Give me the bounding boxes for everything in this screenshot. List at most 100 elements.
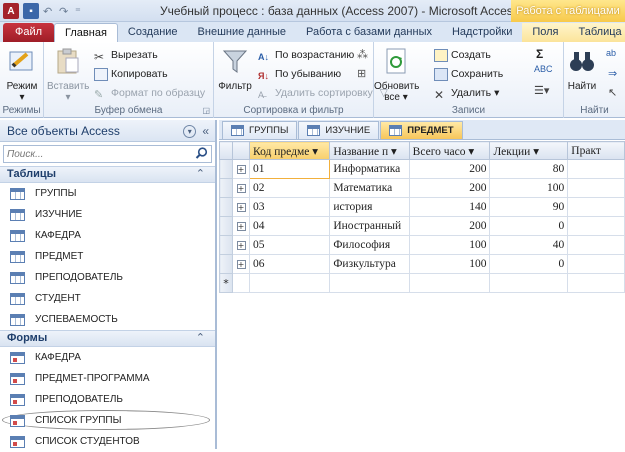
table-row[interactable]: + 05 Философия 100 40	[219, 235, 625, 255]
new-record-row[interactable]: *	[219, 273, 625, 293]
expand-plus-icon[interactable]: +	[236, 184, 246, 193]
cell-practice[interactable]	[567, 178, 625, 198]
tab-external-data[interactable]: Внешние данные	[188, 23, 296, 42]
nav-form-item[interactable]: ПРЕДМЕТ-ПРОГРАММА	[0, 368, 215, 389]
sort-asc-button[interactable]: A↓ По возрастанию	[258, 47, 354, 63]
nav-section-forms[interactable]: Формы ⌃	[0, 330, 215, 347]
cell-lectures[interactable]: 100	[489, 178, 569, 198]
more-icon[interactable]: ☰▾	[534, 84, 549, 97]
nav-table-item[interactable]: ПРЕПОДОВАТЕЛЬ	[0, 267, 215, 288]
access-logo-icon[interactable]: A	[3, 3, 19, 19]
undo-icon[interactable]: ↶	[43, 5, 55, 18]
cell-name[interactable]	[329, 273, 410, 293]
advanced-filter-icon[interactable]: ⊞	[357, 67, 366, 80]
paste-button[interactable]: Вставить ▾	[47, 46, 89, 103]
cell-lectures[interactable]: 90	[489, 197, 569, 217]
nav-search-input[interactable]	[4, 146, 189, 162]
column-header-lectures[interactable]: Лекции ▾	[489, 141, 569, 160]
nav-section-tables[interactable]: Таблицы ⌃	[0, 166, 215, 183]
doc-tab-subject[interactable]: ПРЕДМЕТ	[380, 121, 463, 139]
goto-icon[interactable]: ⇒	[608, 67, 617, 80]
select-icon[interactable]: ↖	[608, 86, 617, 99]
cell-code[interactable]: 01	[248, 159, 331, 179]
row-selector[interactable]	[219, 216, 234, 236]
column-header-code[interactable]: Код предме ▾	[248, 141, 331, 160]
spelling-icon[interactable]: ABC	[534, 64, 553, 74]
table-row[interactable]: + 01 Информатика 200 80	[219, 159, 625, 179]
table-row[interactable]: + 03 история 140 90	[219, 197, 625, 217]
row-selector[interactable]	[219, 159, 234, 179]
find-button[interactable]: Найти	[564, 46, 600, 92]
nav-menu-chevron-icon[interactable]: ▾	[183, 124, 197, 138]
search-icon[interactable]	[195, 147, 208, 160]
sort-desc-button[interactable]: Я↓ По убыванию	[258, 66, 341, 82]
collapse-chevron-icon[interactable]: ⌃	[196, 167, 205, 182]
cell-code[interactable]: 03	[248, 197, 331, 217]
refresh-all-button[interactable]: Обновить все ▾	[374, 46, 419, 103]
nav-form-item[interactable]: ПРЕПОДОВАТЕЛЬ	[0, 389, 215, 410]
tab-fields[interactable]: Поля	[522, 23, 569, 42]
save-icon[interactable]: ▪	[23, 3, 39, 19]
column-header-name[interactable]: Название п ▾	[329, 141, 410, 160]
expand-plus-icon[interactable]: +	[236, 260, 246, 269]
cell-name[interactable]: Физкультура	[329, 254, 410, 274]
save-record-button[interactable]: Сохранить	[434, 66, 503, 82]
collapse-pane-icon[interactable]: «	[202, 124, 209, 138]
tab-home[interactable]: Главная	[54, 23, 118, 42]
cell-hours[interactable]: 200	[408, 178, 491, 198]
tab-table[interactable]: Таблица	[568, 23, 625, 42]
copy-button[interactable]: Копировать	[94, 66, 168, 82]
cell-lectures[interactable]: 40	[489, 235, 569, 255]
cell-name[interactable]: Информатика	[329, 159, 410, 179]
new-record-marker[interactable]: *	[219, 273, 234, 293]
new-record-button[interactable]: Создать	[434, 47, 491, 63]
expand-plus-icon[interactable]: +	[236, 203, 246, 212]
nav-form-item[interactable]: СПИСОК ГРУППЫ	[0, 410, 215, 431]
filter-button[interactable]: Фильтр	[214, 46, 256, 92]
cell-practice[interactable]	[567, 254, 625, 274]
cell-code[interactable]: 04	[248, 216, 331, 236]
cell-practice[interactable]	[567, 273, 625, 293]
cell-name[interactable]: Иностранный	[329, 216, 410, 236]
expand-plus-icon[interactable]: +	[236, 222, 246, 231]
nav-table-item[interactable]: УСПЕВАЕМОСТЬ	[0, 309, 215, 330]
totals-icon[interactable]: Σ	[536, 47, 543, 61]
tab-addins[interactable]: Надстройки	[442, 23, 522, 42]
delete-record-button[interactable]: ✕ Удалить ▾	[434, 85, 499, 102]
cell-name[interactable]: история	[329, 197, 410, 217]
column-header-hours[interactable]: Всего часо ▾	[408, 141, 491, 160]
cell-lectures[interactable]: 80	[489, 159, 569, 179]
cell-hours[interactable]: 200	[408, 159, 491, 179]
view-button[interactable]: Режим ▾	[1, 46, 43, 103]
nav-table-item[interactable]: КАФЕДРА	[0, 225, 215, 246]
select-all-corner[interactable]	[219, 141, 234, 160]
nav-table-item[interactable]: ГРУППЫ	[0, 183, 215, 204]
expand-plus-icon[interactable]: +	[236, 241, 246, 250]
cell-practice[interactable]	[567, 216, 625, 236]
cell-code[interactable]: 02	[248, 178, 331, 198]
replace-icon[interactable]: ab	[606, 48, 616, 58]
doc-tab-study[interactable]: ИЗУЧНИЕ	[298, 121, 380, 139]
row-selector[interactable]	[219, 197, 234, 217]
nav-table-item[interactable]: ИЗУЧНИЕ	[0, 204, 215, 225]
table-row[interactable]: + 06 Физкультура 100 0	[219, 254, 625, 274]
customize-qat-icon[interactable]: ⁼	[75, 5, 87, 18]
cell-hours[interactable]	[408, 273, 491, 293]
tab-database-tools[interactable]: Работа с базами данных	[296, 23, 442, 42]
cell-hours[interactable]: 140	[408, 197, 491, 217]
selection-filter-icon[interactable]: ⁂	[357, 48, 368, 61]
cell-practice[interactable]	[567, 159, 625, 179]
doc-tab-groups[interactable]: ГРУППЫ	[222, 121, 298, 139]
format-painter-button[interactable]: ✎ Формат по образцу	[94, 85, 205, 101]
redo-icon[interactable]: ↷	[59, 5, 71, 18]
cell-name[interactable]: Математика	[329, 178, 410, 198]
tab-file[interactable]: Файл	[3, 23, 55, 42]
dialog-launcher-icon[interactable]: ◲	[202, 106, 210, 115]
cell-practice[interactable]	[567, 235, 625, 255]
row-selector[interactable]	[219, 235, 234, 255]
cell-lectures[interactable]	[489, 273, 569, 293]
cell-hours[interactable]: 100	[408, 235, 491, 255]
nav-table-item[interactable]: ПРЕДМЕТ	[0, 246, 215, 267]
column-header-practice[interactable]: Практ	[567, 141, 625, 160]
table-row[interactable]: + 04 Иностранный 200 0	[219, 216, 625, 236]
